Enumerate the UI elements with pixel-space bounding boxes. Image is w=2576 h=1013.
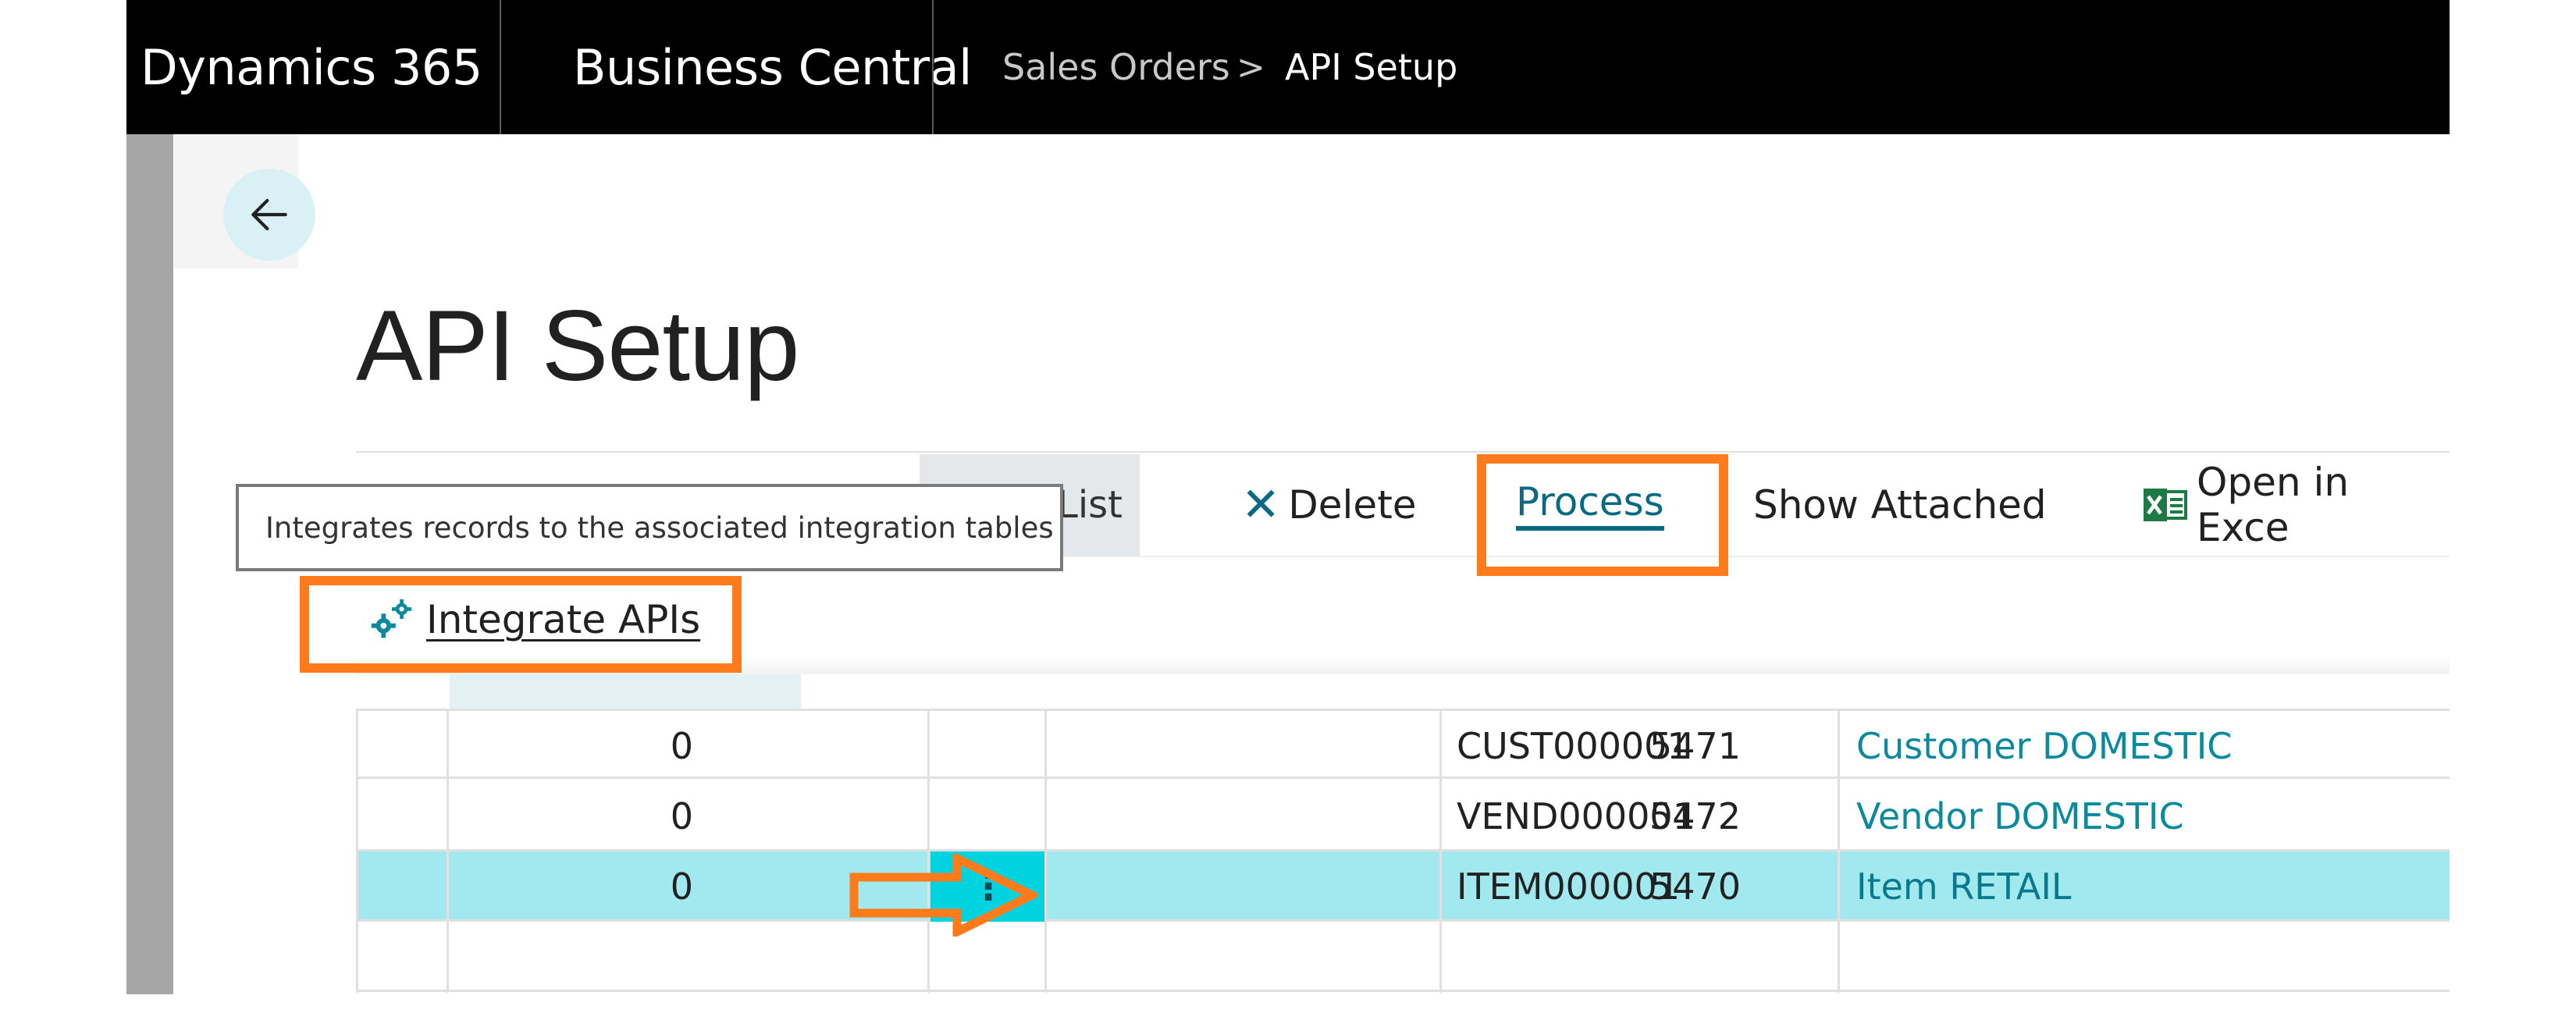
app-window: Dynamics 365 Business Central Sales Orde… xyxy=(126,0,2450,994)
excel-icon xyxy=(2144,485,2187,524)
api-setup-table: 0 5471 CUST000001 Customer DOMESTIC 0 54… xyxy=(356,709,2450,993)
open-in-excel-label: Open in Exce xyxy=(2197,460,2350,550)
count-cell: 0 xyxy=(670,865,693,908)
table-row-empty[interactable] xyxy=(356,922,2450,992)
integrate-apis-tooltip: Integrates records to the associated int… xyxy=(236,484,1063,571)
brand-label[interactable]: Dynamics 365 xyxy=(141,0,482,134)
count-cell: 0 xyxy=(670,795,693,837)
table-row-selected[interactable]: 0 ⋮ 5470 ITEM000001 Item RETAIL xyxy=(356,851,2450,922)
top-navigation-bar: Dynamics 365 Business Central Sales Orde… xyxy=(126,0,2450,134)
count-cell: 0 xyxy=(670,725,693,767)
topbar-divider xyxy=(500,0,501,134)
tooltip-text: Integrates records to the associated int… xyxy=(265,510,1054,545)
code-cell[interactable]: ITEM000001 xyxy=(1457,851,1680,922)
list-tab-label: List xyxy=(1057,483,1123,527)
breadcrumb-separator: > xyxy=(1236,47,1265,87)
action-bar-top-divider xyxy=(356,451,2450,453)
page-title: API Setup xyxy=(356,290,799,402)
description-link[interactable]: Vendor DOMESTIC xyxy=(1856,781,2184,851)
description-link[interactable]: Item RETAIL xyxy=(1856,851,2072,922)
arrow-left-icon xyxy=(251,198,287,231)
column-divider xyxy=(1439,709,1442,993)
show-attached-label: Show Attached xyxy=(1753,482,2047,528)
integrate-highlight-box xyxy=(300,576,742,673)
table-row[interactable]: 0 5472 VEND000001 Vendor DOMESTIC xyxy=(356,781,2450,851)
topbar-divider xyxy=(932,0,934,134)
code-cell[interactable]: CUST000001 xyxy=(1457,711,1690,781)
column-divider xyxy=(356,709,358,993)
column-divider xyxy=(927,709,930,993)
pointer-arrow-icon xyxy=(849,854,1038,937)
code-cell[interactable]: VEND000001 xyxy=(1457,781,1695,851)
breadcrumb-sales-orders[interactable]: Sales Orders xyxy=(1002,0,1230,134)
open-in-excel-button[interactable]: Open in Exce xyxy=(2144,454,2450,556)
process-highlight-box xyxy=(1477,454,1728,576)
back-button[interactable] xyxy=(223,169,315,261)
column-divider xyxy=(1838,709,1840,993)
description-link[interactable]: Customer DOMESTIC xyxy=(1856,711,2232,781)
table-row[interactable]: 0 5471 CUST000001 Customer DOMESTIC xyxy=(356,709,2450,779)
column-divider xyxy=(1044,709,1047,993)
column-selection-strip xyxy=(450,674,801,710)
breadcrumb-api-setup: API Setup xyxy=(1285,46,1458,88)
column-divider xyxy=(447,709,449,993)
delete-button[interactable]: ✕ Delete xyxy=(1241,454,1417,556)
left-scroll-rail[interactable] xyxy=(126,134,173,994)
delete-label: Delete xyxy=(1288,482,1417,528)
product-label[interactable]: Business Central xyxy=(573,0,972,134)
show-attached-button[interactable]: Show Attached xyxy=(1753,454,2047,556)
close-x-icon: ✕ xyxy=(1241,478,1281,532)
